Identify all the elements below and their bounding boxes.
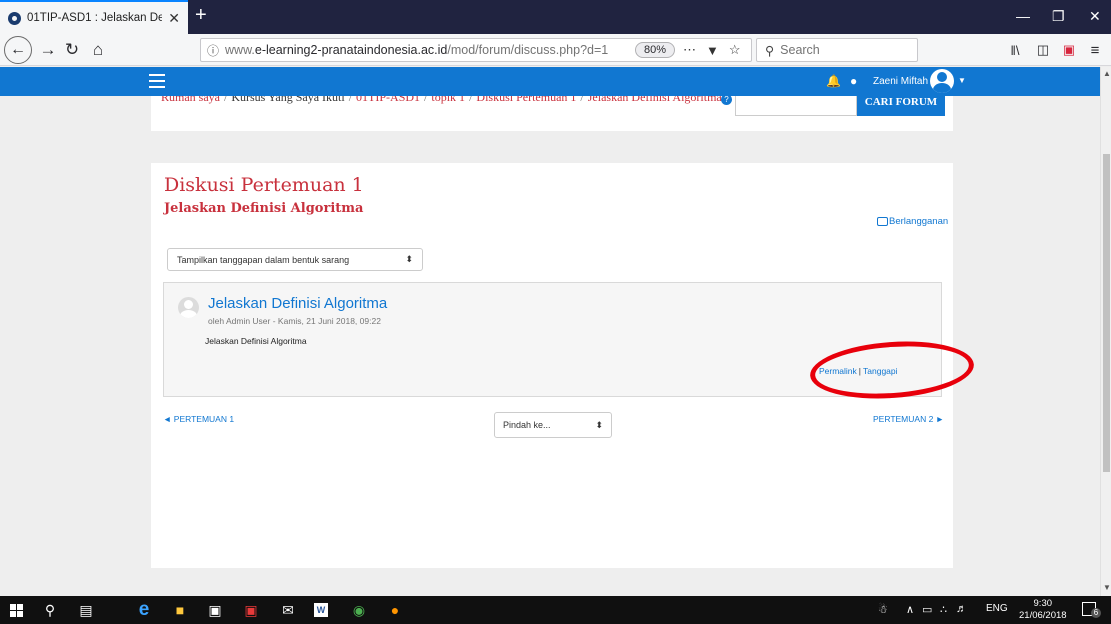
mail-icon[interactable]: ✉: [278, 600, 298, 620]
breadcrumb-card: Rumah saya / Kursus Yang Saya Ikuti/01TIP-…: [151, 96, 953, 131]
jump-to-select[interactable]: Pindah ke... ⬍: [494, 412, 612, 438]
language-indicator[interactable]: ENG: [986, 603, 1008, 614]
page-scrollbar[interactable]: ▲ ▼: [1100, 67, 1111, 596]
breadcrumb: Rumah saya / Kursus Yang Saya Ikuti/01TIP-…: [161, 96, 722, 105]
home-icon[interactable]: ⌂: [88, 34, 108, 66]
minimize-button[interactable]: —: [1016, 8, 1030, 24]
sidebar-icon[interactable]: ◫: [1034, 34, 1052, 66]
task-view-icon[interactable]: ▤: [76, 600, 96, 620]
moodle-navbar: 🔔 ● Zaeni Miftah ▼: [0, 67, 1100, 96]
post-subject: Jelaskan Definisi Algoritma: [208, 295, 388, 312]
breadcrumb-item[interactable]: Diskusi Pertemuan 1: [476, 96, 576, 104]
site-favicon-icon: [8, 11, 21, 25]
search-input[interactable]: ⚲ Search: [756, 38, 918, 62]
scrollbar-thumb[interactable]: [1103, 154, 1110, 472]
envelope-icon: [877, 217, 888, 226]
notification-bell-icon[interactable]: 🔔: [826, 74, 841, 88]
display-mode-select[interactable]: Tampilkan tanggapan dalam bentuk sarang …: [167, 248, 423, 271]
url-bar[interactable]: ⓘ www. e-learning2-pranataindonesia.ac.i…: [200, 38, 752, 62]
battery-icon[interactable]: ▭: [922, 603, 932, 616]
page-actions-icon[interactable]: ⋯: [683, 42, 696, 58]
reload-icon[interactable]: ↻: [62, 34, 82, 66]
user-name[interactable]: Zaeni Miftah: [873, 76, 928, 87]
show-hidden-icons-icon[interactable]: ∧: [906, 603, 914, 616]
library-icon[interactable]: ‖\: [1006, 34, 1024, 66]
zoom-indicator[interactable]: 80%: [635, 42, 676, 58]
url-domain: e-learning2-pranataindonesia.ac.id: [254, 43, 448, 57]
url-prefix: www.: [225, 43, 255, 57]
forum-search-input[interactable]: [735, 96, 857, 116]
search-icon[interactable]: ⚲: [40, 600, 60, 620]
author-avatar[interactable]: [178, 297, 199, 318]
post-body: Jelaskan Definisi Algoritma: [205, 336, 307, 346]
chrome-icon[interactable]: ◉: [349, 600, 369, 620]
breadcrumb-separator: /: [424, 96, 428, 104]
select-arrows-icon: ⬍: [595, 419, 603, 430]
file-explorer-icon[interactable]: ■: [170, 600, 190, 620]
breadcrumb-item[interactable]: Rumah saya: [161, 96, 220, 104]
breadcrumb-separator: /: [469, 96, 473, 104]
subscribe-label: Berlangganan: [889, 216, 949, 227]
breadcrumb-item[interactable]: Jelaskan Definisi Algoritma: [588, 96, 722, 104]
action-center-icon[interactable]: [1082, 602, 1101, 618]
new-tab-button[interactable]: +: [195, 4, 207, 27]
display-mode-value: Tampilkan tanggapan dalam bentuk sarang: [177, 254, 350, 265]
site-info-icon[interactable]: ⓘ: [207, 42, 219, 59]
breadcrumb-item[interactable]: 01TIP-ASD1: [356, 96, 420, 104]
menu-icon[interactable]: ≡: [1086, 34, 1104, 66]
pocket-icon[interactable]: ▣: [1060, 34, 1078, 66]
search-placeholder: Search: [780, 43, 820, 57]
subscribe-link[interactable]: Berlangganan: [877, 216, 948, 227]
browser-tab-strip: 01TIP-ASD1 : Jelaskan Definisi A ✕ + — ❐…: [0, 0, 1111, 34]
forward-icon[interactable]: →: [38, 34, 58, 66]
system-clock[interactable]: 9:30 21/06/2018: [1019, 598, 1067, 622]
firefox-icon[interactable]: ●: [385, 600, 405, 620]
people-icon[interactable]: ☃: [878, 603, 888, 616]
store-icon[interactable]: ▣: [205, 600, 225, 620]
next-discussion-link[interactable]: PERTEMUAN 2 ►: [873, 414, 944, 424]
discussion-title: Jelaskan Definisi Algoritma: [164, 201, 364, 216]
jump-to-value: Pindah ke...: [503, 420, 551, 430]
breadcrumb-separator: /: [348, 96, 353, 104]
breadcrumb-separator: /: [224, 96, 228, 104]
user-avatar[interactable]: [930, 69, 954, 93]
word-icon[interactable]: W: [314, 603, 328, 617]
windows-taskbar: ⚲ ▤ e ■ ▣ ▣ ✉ W ◉ ● ☃ ∧ ▭ ∴ ♬ ENG 9:30 2…: [0, 596, 1111, 624]
back-icon[interactable]: ←: [4, 36, 32, 64]
hamburger-menu-icon[interactable]: [149, 74, 165, 88]
tab-close-icon[interactable]: ✕: [168, 10, 180, 27]
previous-discussion-link[interactable]: ◄ PERTEMUAN 1: [163, 414, 234, 424]
post-byline: oleh Admin User - Kamis, 21 Juni 2018, 0…: [208, 316, 381, 326]
clock-date: 21/06/2018: [1019, 610, 1067, 621]
select-arrows-icon: ⬍: [405, 254, 413, 264]
edge-browser-icon[interactable]: e: [134, 599, 154, 620]
browser-tab[interactable]: 01TIP-ASD1 : Jelaskan Definisi A ✕: [0, 0, 188, 34]
search-icon: ⚲: [765, 43, 775, 58]
search-forum-button[interactable]: CARI FORUM: [857, 96, 945, 116]
clock-time: 9:30: [1033, 598, 1053, 609]
tab-title: 01TIP-ASD1 : Jelaskan Definisi A: [27, 12, 163, 24]
messages-icon[interactable]: ●: [850, 74, 857, 88]
gift-app-icon[interactable]: ▣: [241, 600, 261, 620]
help-icon[interactable]: ?: [721, 96, 732, 105]
pocket-save-icon[interactable]: ▼: [706, 43, 719, 58]
browser-toolbar: ← → ↻ ⌂ ⓘ www. e-learning2-pranataindone…: [0, 34, 1111, 66]
breadcrumb-separator: /: [580, 96, 584, 104]
window-close-button[interactable]: ✕: [1089, 8, 1101, 25]
breadcrumb-item[interactable]: Kursus Yang Saya Ikuti: [231, 96, 344, 104]
restore-button[interactable]: ❐: [1052, 8, 1065, 25]
user-menu-caret-icon[interactable]: ▼: [958, 76, 966, 85]
scroll-down-icon[interactable]: ▼: [1103, 583, 1111, 592]
windows-start-icon[interactable]: [10, 604, 23, 617]
bookmark-star-icon[interactable]: ☆: [729, 42, 741, 58]
network-icon[interactable]: ∴: [940, 603, 947, 616]
volume-icon[interactable]: ♬: [956, 603, 967, 615]
forum-title: Diskusi Pertemuan 1: [164, 174, 364, 196]
breadcrumb-item[interactable]: topik 1: [431, 96, 465, 104]
url-path: /mod/forum/discuss.php?d=1: [447, 43, 609, 57]
scroll-up-icon[interactable]: ▲: [1103, 69, 1111, 78]
